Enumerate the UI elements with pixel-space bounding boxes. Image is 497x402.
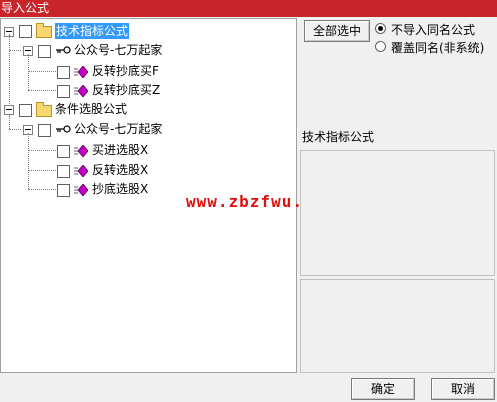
checkbox[interactable] <box>57 145 70 158</box>
checkbox[interactable] <box>57 165 70 178</box>
tree-line <box>28 189 56 190</box>
checkbox[interactable] <box>38 45 51 58</box>
tree-node-label[interactable]: 抄底选股X <box>92 181 148 197</box>
tree-node-label[interactable]: 反转抄底买F <box>92 63 159 79</box>
tree-node-label[interactable]: 技术指标公式 <box>55 23 130 39</box>
checkbox[interactable] <box>57 85 70 98</box>
checkbox[interactable] <box>38 124 51 137</box>
collapse-icon[interactable] <box>4 105 14 115</box>
ok-button[interactable]: 确定 <box>351 378 415 400</box>
folder-icon <box>36 102 52 117</box>
select-all-button[interactable]: 全部选中 <box>304 20 370 42</box>
detail-box <box>300 279 495 373</box>
formula-icon <box>74 85 88 97</box>
checkbox[interactable] <box>19 25 32 38</box>
tree-node-formula[interactable]: 反转抄底买F <box>1 62 291 80</box>
formula-icon <box>74 66 88 78</box>
title-bar: 导入公式 <box>0 0 497 17</box>
key-icon <box>56 46 71 54</box>
window-title: 导入公式 <box>1 1 50 15</box>
description-box <box>300 150 495 276</box>
tree-line <box>9 129 21 130</box>
tree-node-root2[interactable]: 条件选股公式 <box>1 100 291 118</box>
tree-node-label[interactable]: 公众号-七万起家 <box>74 42 162 58</box>
radio-skip-duplicate-label[interactable]: 不导入同名公式 <box>391 21 475 38</box>
tree-line <box>28 170 56 171</box>
cancel-button[interactable]: 取消 <box>431 378 495 400</box>
formula-icon <box>74 145 88 157</box>
formula-type-label: 技术指标公式 <box>302 130 375 144</box>
tree-node-label[interactable]: 条件选股公式 <box>55 101 127 117</box>
folder-icon <box>36 23 52 38</box>
checkbox[interactable] <box>19 104 32 117</box>
tree-node-child1[interactable]: 公众号-七万起家 <box>1 41 291 59</box>
formula-icon <box>74 165 88 177</box>
tree-node-formula[interactable]: 反转抄底买Z <box>1 81 291 99</box>
tree-node-label[interactable]: 反转抄底买Z <box>92 82 160 98</box>
formula-icon <box>74 184 88 196</box>
tree-line <box>28 150 56 151</box>
key-icon <box>56 125 71 133</box>
tree-node-child2[interactable]: 公众号-七万起家 <box>1 115 291 138</box>
tree-node-formula[interactable]: 买进选股X <box>1 141 291 159</box>
radio-skip-duplicate[interactable] <box>375 23 386 34</box>
tree-node-label[interactable]: 买进选股X <box>92 142 148 158</box>
tree-line <box>28 71 56 72</box>
tree-node-label[interactable]: 公众号-七万起家 <box>74 121 162 137</box>
tree-line <box>28 90 56 91</box>
radio-overwrite[interactable] <box>375 41 386 52</box>
tree-line <box>9 115 10 129</box>
checkbox[interactable] <box>57 66 70 79</box>
radio-overwrite-label[interactable]: 覆盖同名(非系统) <box>391 39 484 56</box>
tree-line <box>9 50 21 51</box>
tree-node-label[interactable]: 反转选股X <box>92 162 148 178</box>
checkbox[interactable] <box>57 184 70 197</box>
tree-node-root1[interactable]: 技术指标公式 <box>1 22 291 40</box>
tree-node-formula[interactable]: 反转选股X <box>1 161 291 179</box>
